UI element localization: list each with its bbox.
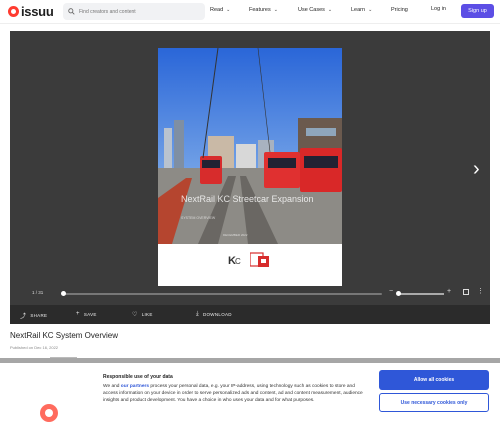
- search-icon: [68, 8, 75, 15]
- like-button[interactable]: ♡ LIKE: [132, 311, 153, 318]
- document-title: NextRail KC System Overview: [10, 331, 119, 340]
- chevron-down-icon: ⌄: [273, 7, 278, 13]
- share-button[interactable]: ⤴ SHARE: [20, 311, 47, 320]
- save-label: SAVE: [83, 311, 97, 317]
- nav-label: Use Cases: [298, 7, 325, 13]
- zoom-slider-handle[interactable]: [396, 291, 401, 296]
- chevron-down-icon: ⌄: [368, 7, 373, 13]
- nav-item-features[interactable]: Features ⌄: [249, 7, 278, 13]
- download-icon: ⤓: [196, 311, 199, 317]
- consent-text: We and our partners process your persona…: [103, 383, 363, 405]
- nav-item-use-cases[interactable]: Use Cases ⌄: [298, 7, 332, 13]
- page-progress-track[interactable]: [62, 293, 382, 295]
- cover-title: NextRail KC Streetcar Expansion: [181, 194, 314, 204]
- save-button[interactable]: + SAVE: [76, 311, 97, 317]
- download-button[interactable]: ⤓ DOWNLOAD: [196, 311, 232, 318]
- chevron-down-icon: ⌄: [327, 7, 333, 13]
- issuu-logo[interactable]: issuu: [8, 4, 54, 19]
- consent-title: Responsible use of your data: [103, 374, 173, 380]
- heart-icon: ♡: [132, 312, 138, 318]
- page-indicator: 1 / 31: [32, 290, 44, 295]
- document-page[interactable]: NextRail KC Streetcar Expansion SYSTEM O…: [158, 48, 342, 286]
- plus-icon: +: [76, 311, 80, 317]
- nav-label: Read: [210, 7, 224, 13]
- nav-item-pricing[interactable]: Pricing: [391, 7, 408, 13]
- search-input[interactable]: [79, 8, 199, 15]
- nav-item-learn[interactable]: Learn ⌄: [351, 7, 372, 13]
- kc-logo-icon: K C: [228, 255, 241, 267]
- search-bar[interactable]: [63, 3, 205, 20]
- next-page-chevron-icon[interactable]: ›: [473, 158, 480, 181]
- nav-label: Features: [249, 7, 271, 13]
- necessary-cookies-button[interactable]: Use necessary cookies only: [379, 393, 489, 412]
- nav-item-read[interactable]: Read ⌄: [210, 7, 230, 13]
- issuu-logo-icon: [8, 6, 19, 17]
- allow-all-cookies-button[interactable]: Allow all cookies: [379, 370, 489, 390]
- zoom-out-icon[interactable]: −: [389, 288, 393, 295]
- chevron-down-icon: ⌄: [226, 7, 231, 13]
- issuu-logo-icon: [40, 404, 58, 422]
- brand-name: issuu: [21, 4, 54, 19]
- like-label: LIKE: [141, 312, 153, 317]
- more-options-icon[interactable]: ⋮: [477, 287, 484, 295]
- share-label: SHARE: [30, 313, 48, 318]
- publish-date: Published on Dec 16, 2022: [10, 345, 59, 350]
- page-progress-handle[interactable]: [61, 291, 66, 296]
- download-label: DOWNLOAD: [202, 312, 232, 317]
- signup-button[interactable]: Sign up: [461, 4, 494, 18]
- zoom-slider-track[interactable]: [398, 293, 444, 295]
- nav-label: Pricing: [391, 7, 408, 13]
- nextrail-logo-icon: [250, 252, 269, 267]
- cover-photo: [158, 48, 342, 244]
- cover-subtitle: SYSTEM OVERVIEW: [181, 216, 216, 220]
- consent-text-start: We and: [103, 384, 121, 389]
- partners-link[interactable]: our partners: [121, 384, 149, 389]
- nav-label: Learn: [351, 7, 366, 13]
- svg-text:C: C: [235, 257, 241, 266]
- login-button[interactable]: Log in: [431, 6, 446, 12]
- share-icon: ⤴: [20, 314, 27, 320]
- top-nav: issuu Read⌄ Features⌄ Use Cases⌄ Learn⌄ …: [0, 0, 500, 24]
- fullscreen-icon[interactable]: [463, 289, 469, 295]
- zoom-in-icon[interactable]: +: [447, 288, 451, 295]
- cover-date: DECEMBER 2022: [223, 233, 248, 237]
